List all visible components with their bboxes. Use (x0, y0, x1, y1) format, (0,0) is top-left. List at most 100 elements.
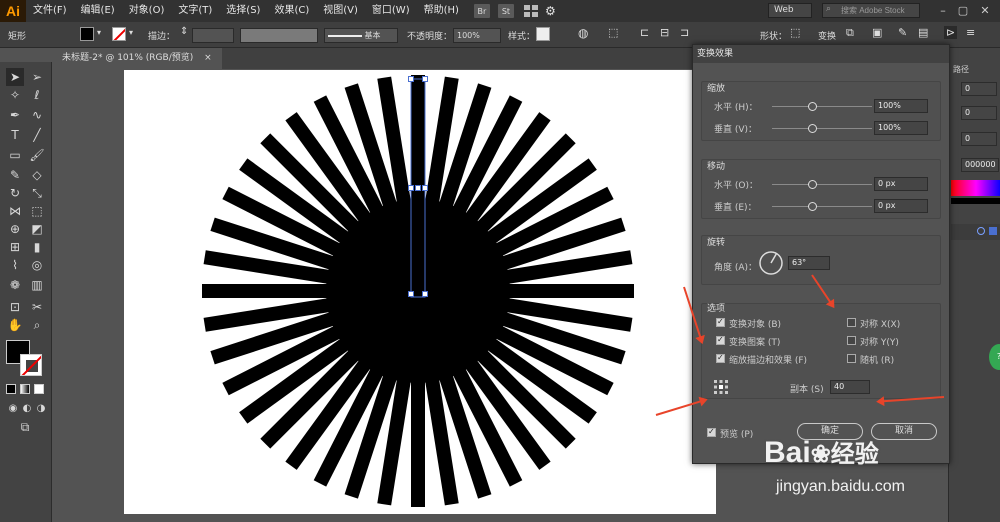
direct-selection-tool-icon[interactable]: ➢ (28, 68, 46, 86)
rotate-angle-field[interactable]: 63° (788, 256, 830, 270)
move-horizontal-track[interactable] (772, 184, 872, 185)
preview-checkbox[interactable] (707, 427, 716, 437)
none-mode-icon[interactable] (34, 384, 44, 394)
stroke-weight-field[interactable] (192, 28, 234, 43)
panel-field-2[interactable]: 0 (961, 106, 997, 120)
selection-handle[interactable] (422, 76, 428, 82)
layer-icon[interactable]: ▤ (918, 26, 928, 39)
maximize-icon[interactable]: ▢ (956, 4, 970, 18)
bridge-button[interactable]: Br (473, 4, 490, 18)
panel-options-icon[interactable]: ≡ (966, 26, 975, 39)
move-vertical-field[interactable]: 0 px (874, 199, 928, 213)
panel-field-3[interactable]: 0 (961, 132, 997, 146)
panel-menu-icon[interactable]: ⊳ (944, 26, 958, 39)
gradient-mode-icon[interactable] (20, 384, 30, 394)
slice-tool-icon[interactable]: ✂ (28, 298, 46, 316)
color-spectrum[interactable] (951, 180, 1000, 196)
stroke-swatch[interactable] (112, 27, 126, 41)
reflect-y-checkbox[interactable] (847, 336, 856, 345)
recolor-artwork-icon[interactable]: ◍ (578, 26, 588, 40)
magic-wand-tool-icon[interactable]: ✧ (6, 86, 24, 104)
stock-search-input[interactable]: 搜索 Adobe Stock (822, 3, 920, 18)
menu-select[interactable]: 选择(S) (219, 0, 267, 22)
curvature-tool-icon[interactable]: ∿ (28, 106, 46, 124)
paintbrush-tool-icon[interactable]: 🖌 (28, 146, 46, 164)
symbol-sprayer-tool-icon[interactable]: ❁ (6, 276, 24, 294)
menu-type[interactable]: 文字(T) (171, 0, 219, 22)
rectangle-tool-icon[interactable]: ▭ (6, 146, 24, 164)
shape-builder-tool-icon[interactable]: ⊕ (6, 220, 24, 238)
panel-field-1[interactable]: 0 (961, 82, 997, 96)
selection-handle[interactable] (422, 291, 428, 297)
type-tool-icon[interactable]: T (6, 126, 24, 144)
menu-effect[interactable]: 效果(C) (267, 0, 316, 22)
workspace-switcher[interactable]: Web (768, 3, 812, 18)
scale-tool-icon[interactable]: ⤡ (28, 184, 46, 202)
black-ramp[interactable] (951, 198, 1000, 204)
selection-handle[interactable] (408, 76, 414, 82)
mesh-tool-icon[interactable]: ⊞ (6, 238, 24, 256)
artboard-tool-icon[interactable]: ⊡ (6, 298, 24, 316)
transform-objects-checkbox[interactable] (716, 317, 725, 327)
transform-link[interactable]: 变换 (818, 29, 836, 42)
scale-strokes-checkbox[interactable] (716, 353, 725, 363)
align-right-icon[interactable]: ⊐ (680, 26, 689, 39)
rotate-tool-icon[interactable]: ↻ (6, 184, 24, 202)
width-tool-icon[interactable]: ⋈ (6, 202, 24, 220)
transform-patterns-checkbox[interactable] (716, 335, 725, 345)
variable-width-profile[interactable] (240, 28, 318, 43)
lasso-tool-icon[interactable]: ℓ (28, 86, 46, 104)
gpu-performance-icon[interactable]: ⚙ (538, 0, 563, 22)
close-window-icon[interactable]: ✕ (978, 4, 992, 18)
scale-vertical-track[interactable] (772, 128, 872, 129)
layer-target-icon[interactable] (977, 227, 985, 235)
eyedropper-tool-icon[interactable]: ⌇ (6, 256, 24, 274)
shaper-tool-icon[interactable]: ✎ (6, 166, 24, 184)
zoom-tool-icon[interactable]: ⌕ (28, 316, 46, 334)
selection-handle[interactable] (408, 185, 414, 191)
stepper-icon[interactable]: ⇕ (180, 26, 188, 37)
pen-tool-icon[interactable]: ✒ (6, 106, 24, 124)
eraser-tool-icon[interactable]: ◇ (28, 166, 46, 184)
opacity-field[interactable]: 100% (453, 28, 501, 43)
artboard[interactable] (124, 70, 716, 514)
align-center-icon[interactable]: ⊟ (660, 26, 669, 39)
arrange-documents-icon[interactable] (523, 5, 538, 17)
scale-horizontal-field[interactable]: 100% (874, 99, 928, 113)
scale-vertical-field[interactable]: 100% (874, 121, 928, 135)
align-to-icon[interactable]: ⬚ (608, 26, 618, 39)
shape-icon[interactable]: ⬚ (790, 26, 800, 39)
move-horizontal-slider[interactable] (808, 180, 817, 189)
column-graph-tool-icon[interactable]: ▥ (28, 276, 46, 294)
menu-object[interactable]: 对象(O) (122, 0, 172, 22)
line-tool-icon[interactable]: ╱ (28, 126, 46, 144)
scale-horizontal-slider[interactable] (808, 102, 817, 111)
screen-mode-icon[interactable]: ⧉ (16, 418, 34, 436)
selection-handle[interactable] (415, 185, 421, 191)
close-tab-icon[interactable]: × (204, 53, 212, 63)
cancel-button[interactable]: 取消 (871, 423, 937, 440)
draw-inside-icon[interactable]: ◑ (32, 400, 50, 418)
color-mode-icon[interactable] (6, 384, 16, 394)
menu-file[interactable]: 文件(F) (26, 0, 74, 22)
chevron-down-icon[interactable]: ▾ (97, 28, 101, 37)
hex-color-field[interactable]: 000000 (961, 158, 999, 172)
brush-definition-select[interactable]: 基本 (324, 28, 398, 43)
free-transform-tool-icon[interactable]: ⬚ (28, 202, 46, 220)
sunburst-artwork[interactable] (124, 70, 716, 514)
floating-assistant-icon[interactable]: ? (989, 344, 1000, 370)
selection-handle[interactable] (408, 291, 414, 297)
random-checkbox[interactable] (847, 354, 856, 363)
document-tab[interactable]: 未标题-2* @ 101% (RGB/预览) × (52, 48, 222, 69)
stock-button[interactable]: St (497, 4, 514, 18)
graphic-style-swatch[interactable] (536, 27, 550, 41)
menu-window[interactable]: 窗口(W) (365, 0, 417, 22)
fill-swatch[interactable] (80, 27, 94, 41)
mask-icon[interactable]: ▣ (872, 26, 882, 39)
menu-edit[interactable]: 编辑(E) (74, 0, 122, 22)
hand-tool-icon[interactable]: ✋ (6, 316, 24, 334)
scale-vertical-slider[interactable] (808, 124, 817, 133)
align-left-icon[interactable]: ⊏ (640, 26, 649, 39)
move-horizontal-field[interactable]: 0 px (874, 177, 928, 191)
stroke-color-swatch[interactable] (20, 354, 42, 376)
